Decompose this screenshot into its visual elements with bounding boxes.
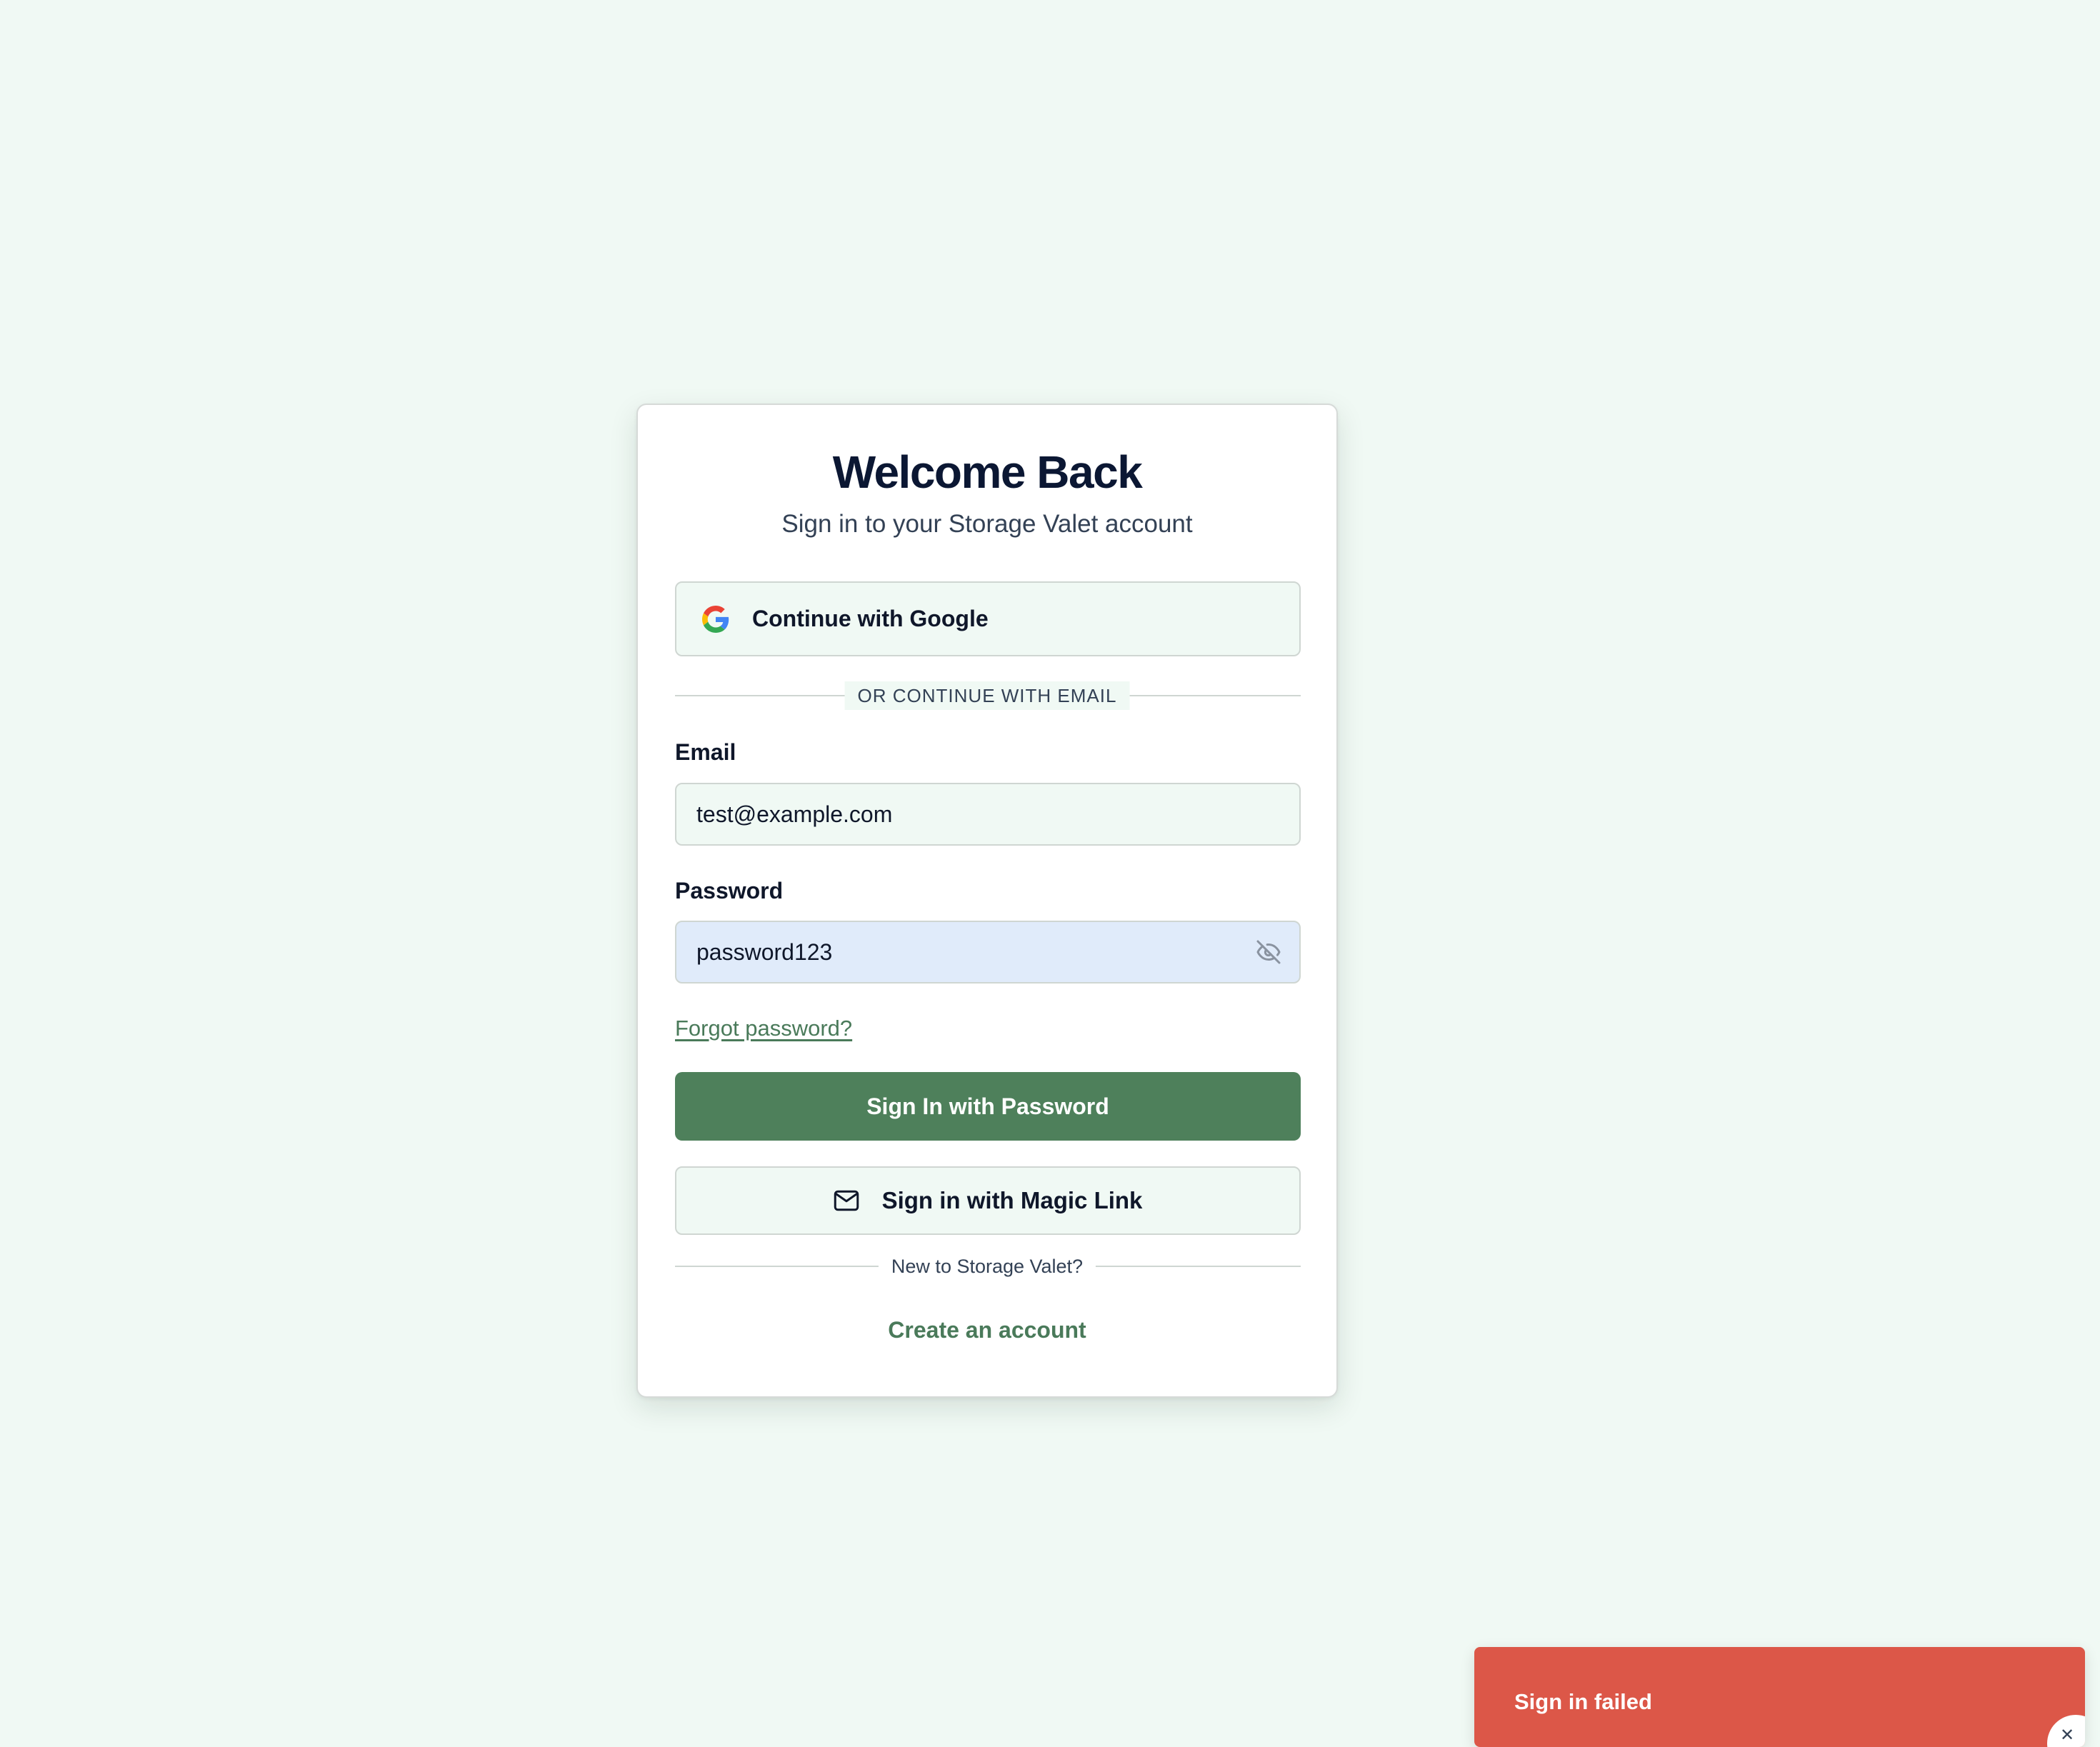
password-label: Password	[675, 878, 784, 903]
forgot-password-link[interactable]: Forgot password?	[675, 1015, 852, 1041]
google-icon	[702, 606, 729, 633]
sign-in-card: Welcome Back Sign in to your Storage Val…	[636, 404, 1338, 1398]
toast-message: Sign in failed	[1514, 1689, 1652, 1714]
page-subtitle: Sign in to your Storage Valet account	[781, 510, 1193, 538]
continue-with-google-label: Continue with Google	[752, 606, 989, 631]
magic-link-content: Sign in with Magic Link	[676, 1168, 1299, 1233]
close-icon: ✕	[2060, 1726, 2075, 1745]
eye-off-icon[interactable]	[1255, 939, 1282, 965]
divider-label: OR CONTINUE WITH EMAIL	[844, 681, 1130, 710]
mail-icon	[834, 1190, 859, 1211]
error-toast: Sign in failed ✕	[1474, 1647, 2085, 1747]
password-field[interactable]	[675, 921, 1301, 983]
continue-with-google-button[interactable]: Continue with Google	[675, 581, 1301, 656]
magic-link-label: Sign in with Magic Link	[881, 1187, 1143, 1213]
sign-in-with-password-button[interactable]: Sign In with Password	[675, 1072, 1301, 1141]
new-user-divider-label: New to Storage Valet?	[878, 1252, 1096, 1281]
sign-in-with-magic-link-button[interactable]: Sign in with Magic Link	[675, 1166, 1301, 1235]
page-title: Welcome Back	[832, 446, 1143, 498]
email-label: Email	[675, 739, 736, 765]
create-account-link[interactable]: Create an account	[638, 1316, 1336, 1343]
email-field[interactable]	[675, 783, 1301, 846]
